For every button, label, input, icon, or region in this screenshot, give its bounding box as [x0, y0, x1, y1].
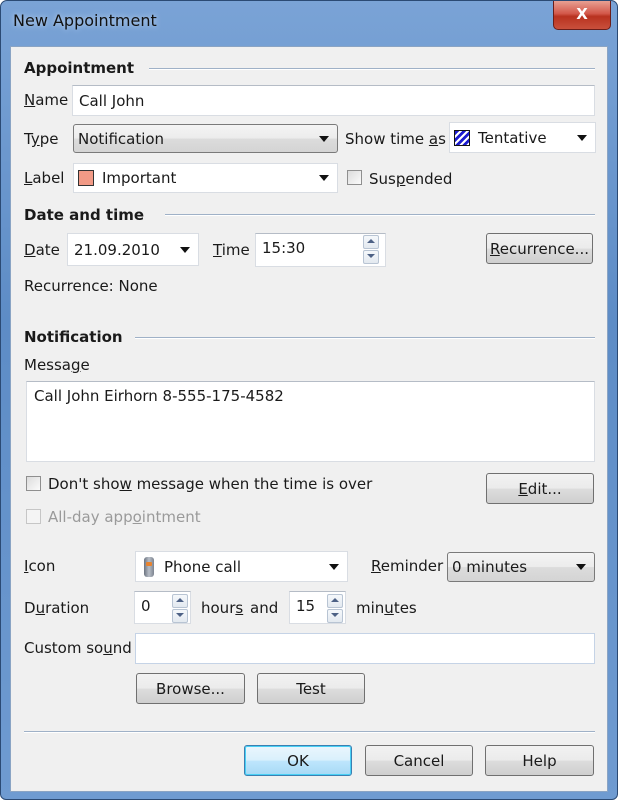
- spin-up-icon[interactable]: [363, 235, 379, 249]
- phone-icon: [144, 556, 154, 577]
- all-day-appointment-checkbox[interactable]: [26, 509, 41, 524]
- test-button[interactable]: Test: [257, 673, 365, 704]
- recurrence-button-label: Recurrence...: [490, 239, 589, 258]
- icon-dropdown[interactable]: Phone call: [135, 551, 348, 582]
- footer-divider: [24, 731, 595, 733]
- minutes-label: minutes: [356, 599, 417, 617]
- type-dropdown-value: Notification: [78, 129, 165, 148]
- help-button[interactable]: Help: [485, 745, 594, 776]
- hours-label: hours: [201, 599, 244, 617]
- suspended-label: Suspended: [369, 170, 453, 188]
- calendar-dropdown-icon: [180, 246, 190, 253]
- time-label: Time: [213, 241, 250, 259]
- icon-dropdown-value: Phone call: [164, 557, 242, 576]
- message-value: Call John Eirhorn 8-555-175-4582: [34, 387, 284, 405]
- edit-button[interactable]: Edit...: [486, 473, 594, 504]
- cancel-button[interactable]: Cancel: [365, 745, 473, 776]
- and-label: and: [250, 599, 279, 617]
- spin-down-icon[interactable]: [172, 609, 188, 623]
- chevron-down-icon: [329, 563, 339, 570]
- spin-down-icon[interactable]: [327, 609, 343, 623]
- reminder-label: Reminder: [371, 557, 444, 575]
- custom-sound-input[interactable]: [135, 633, 595, 664]
- time-value: 15:30: [262, 239, 306, 257]
- dont-show-message-checkbox[interactable]: [26, 476, 41, 491]
- browse-button[interactable]: Browse...: [136, 673, 245, 704]
- duration-hours-spinner[interactable]: [172, 594, 188, 623]
- label-dropdown[interactable]: Important: [73, 163, 338, 193]
- name-input-value: Call John: [79, 91, 145, 110]
- chevron-down-icon: [577, 134, 587, 141]
- section-divider: [135, 337, 595, 339]
- section-divider: [165, 214, 595, 216]
- spin-down-icon[interactable]: [363, 250, 379, 264]
- section-divider: [149, 68, 595, 70]
- time-spinner[interactable]: [363, 235, 379, 264]
- message-textarea[interactable]: Call John Eirhorn 8-555-175-4582: [26, 381, 595, 462]
- name-label: Name: [24, 91, 69, 109]
- name-input[interactable]: Call John: [72, 85, 595, 116]
- recurrence-button[interactable]: Recurrence...: [486, 233, 593, 264]
- dialog-body: Appointment Name Call John Type Notifica…: [10, 46, 608, 792]
- reminder-dropdown[interactable]: 0 minutes: [447, 552, 595, 582]
- ok-button[interactable]: OK: [244, 745, 352, 776]
- chevron-down-icon: [319, 175, 329, 181]
- dont-show-message-label: Don't show message when the time is over: [48, 475, 373, 493]
- reminder-dropdown-value: 0 minutes: [452, 558, 528, 576]
- date-picker[interactable]: 21.09.2010: [67, 233, 199, 266]
- custom-sound-label: Custom sound: [24, 639, 132, 657]
- window-title: New Appointment: [13, 11, 157, 30]
- all-day-appointment-label: All-day appointment: [48, 508, 201, 526]
- icon-label: Icon: [24, 557, 56, 575]
- show-time-as-label: Show time as: [345, 130, 446, 148]
- label-dropdown-value: Important: [102, 169, 177, 187]
- close-icon: X: [576, 5, 588, 23]
- suspended-checkbox[interactable]: [347, 170, 362, 185]
- type-dropdown[interactable]: Notification: [73, 124, 338, 153]
- label-color-swatch-icon: [78, 170, 94, 186]
- duration-minutes-value: 15: [296, 597, 316, 615]
- section-title-date-and-time: Date and time: [24, 206, 145, 224]
- dialog-window: New Appointment X Appointment Name Call …: [0, 0, 618, 800]
- message-label: Message: [24, 356, 90, 374]
- duration-hours-value: 0: [141, 597, 151, 615]
- date-label: Date: [24, 241, 60, 259]
- spin-up-icon[interactable]: [327, 594, 343, 608]
- recurrence-status: Recurrence: None: [24, 277, 158, 295]
- show-time-as-value: Tentative: [478, 128, 547, 147]
- show-time-as-dropdown[interactable]: Tentative: [449, 122, 596, 153]
- chevron-down-icon: [576, 564, 586, 570]
- date-value: 21.09.2010: [74, 240, 160, 259]
- section-title-appointment: Appointment: [24, 59, 135, 77]
- label-label: Label: [24, 169, 65, 187]
- close-button[interactable]: X: [553, 1, 611, 30]
- duration-minutes-spinner[interactable]: [327, 594, 343, 623]
- title-bar[interactable]: New Appointment X: [1, 1, 617, 41]
- chevron-down-icon: [319, 135, 329, 142]
- section-title-notification: Notification: [24, 328, 123, 346]
- tentative-pattern-icon: [454, 129, 470, 146]
- duration-label: Duration: [24, 599, 90, 617]
- spin-up-icon[interactable]: [172, 594, 188, 608]
- edit-button-label: Edit...: [518, 479, 562, 498]
- type-label: Type: [24, 130, 59, 148]
